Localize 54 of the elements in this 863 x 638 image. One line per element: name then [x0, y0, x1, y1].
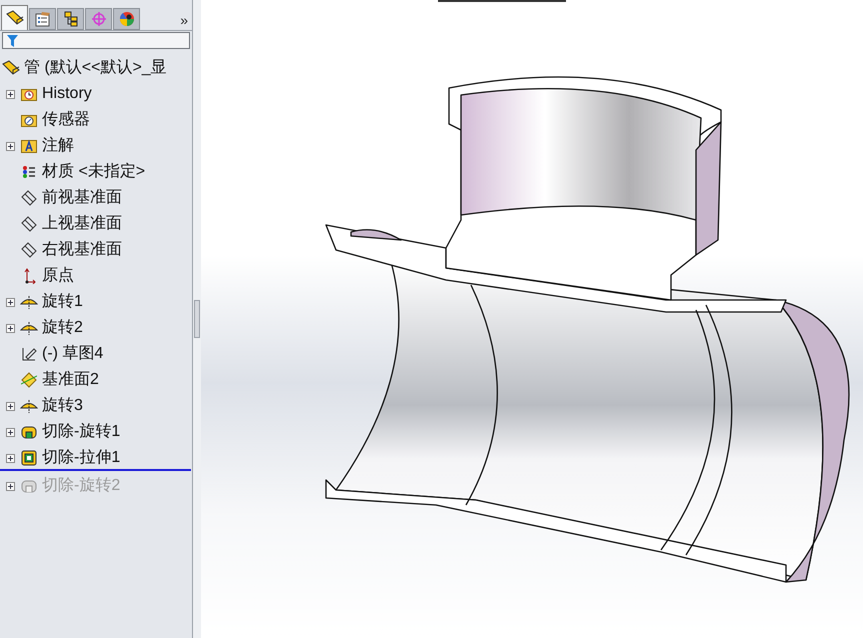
property-sheet-icon — [34, 11, 52, 27]
material-list-icon — [22, 165, 36, 179]
sketch-icon — [21, 346, 37, 362]
plane-icon — [21, 216, 37, 232]
tree-item[interactable]: 旋转3 — [42, 394, 83, 418]
tree-item[interactable]: (-) 草图4 — [42, 342, 104, 366]
plane-icon — [21, 242, 37, 258]
revolve-icon — [20, 321, 38, 335]
expand-icon[interactable] — [6, 482, 14, 490]
more-tabs-button[interactable]: » — [180, 13, 188, 27]
part-name[interactable]: 管 (默认<<默认>_显 — [24, 56, 167, 80]
tree-item[interactable]: 原点 — [42, 264, 74, 288]
splitter-handle[interactable] — [194, 300, 200, 338]
plane-icon — [21, 190, 37, 206]
folder-gauge-icon — [21, 113, 37, 127]
revolve-icon — [20, 295, 38, 309]
tree-item[interactable]: 传感器 — [42, 108, 90, 132]
folder-clock-icon — [21, 87, 37, 101]
filter-field[interactable] — [2, 32, 190, 49]
tree-item[interactable]: 切除-旋转1 — [42, 420, 120, 444]
expand-icon[interactable] — [6, 298, 14, 306]
tree-item[interactable]: 前视基准面 — [42, 186, 122, 210]
expand-icon[interactable] — [6, 454, 14, 462]
tree-item[interactable]: 注解 — [42, 134, 74, 158]
cut-revolve-icon — [21, 478, 37, 494]
tree-item[interactable]: 材质 <未指定> — [42, 160, 146, 184]
part-icon — [6, 10, 24, 26]
plane-icon — [21, 372, 37, 388]
expand-icon[interactable] — [6, 142, 14, 150]
tree-item[interactable]: 旋转2 — [42, 316, 83, 340]
expand-icon[interactable] — [6, 90, 14, 98]
expand-icon[interactable] — [6, 402, 14, 410]
panel-tab[interactable] — [29, 8, 56, 30]
folder-letter-icon — [21, 139, 37, 153]
cut-revolve-icon — [21, 424, 37, 440]
panel-tab[interactable] — [113, 8, 140, 30]
color-wheel-icon — [118, 11, 134, 27]
tree-item[interactable]: 上视基准面 — [42, 212, 122, 236]
tree-item[interactable]: 切除-拉伸1 — [42, 446, 120, 470]
tree-item[interactable]: History — [42, 82, 92, 106]
config-tree-icon — [62, 11, 78, 27]
revolve-icon — [20, 399, 38, 413]
panel-tab[interactable] — [1, 5, 28, 30]
cut-extrude-icon — [21, 450, 37, 466]
origin-axes-icon — [22, 268, 36, 284]
expand-icon[interactable] — [6, 428, 14, 436]
tree-item[interactable]: 旋转1 — [42, 290, 83, 314]
panel-tab[interactable] — [57, 8, 84, 30]
expand-icon[interactable] — [6, 324, 14, 332]
tree-item[interactable]: 右视基准面 — [42, 238, 122, 262]
tree-item[interactable]: 基准面2 — [42, 368, 99, 392]
part-icon — [2, 60, 20, 76]
filter-icon — [7, 34, 18, 46]
crosshair-icon — [90, 11, 106, 27]
